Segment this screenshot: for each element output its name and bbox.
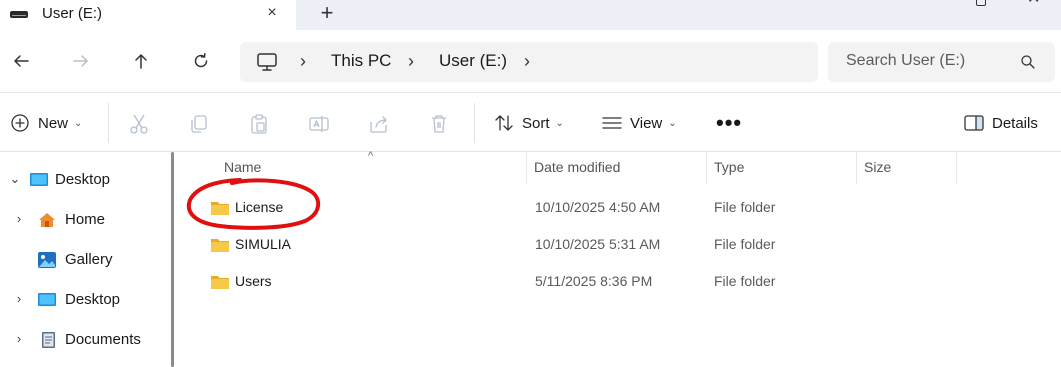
refresh-icon xyxy=(194,53,208,68)
maximize-button[interactable] xyxy=(976,0,986,6)
sort-label: Sort xyxy=(522,114,550,132)
file-date-modified: 5/11/2025 8:36 PM xyxy=(535,273,653,289)
up-button[interactable] xyxy=(126,46,156,76)
delete-icon[interactable] xyxy=(428,113,450,135)
chevron-down-icon[interactable]: ⌄ xyxy=(8,172,22,186)
arrow-up-icon xyxy=(135,54,147,69)
file-name: SIMULIA xyxy=(235,236,292,252)
view-list-icon xyxy=(602,117,622,129)
search-box[interactable]: Search User (E:) xyxy=(828,42,1055,82)
file-list: ^ Name Date modified Type Size License 1… xyxy=(186,150,1061,367)
sort-icon xyxy=(495,115,513,131)
folder-icon xyxy=(211,239,229,252)
chevron-down-icon: ⌄ xyxy=(74,118,83,129)
details-button[interactable]: Details xyxy=(964,93,1038,153)
sidebar-item-label: Documents xyxy=(65,331,141,348)
command-bar: New ⌄ Sort ⌄ View ⌄ ••• Details xyxy=(0,92,1061,152)
search-icon xyxy=(1021,55,1035,69)
file-type: File folder xyxy=(714,273,776,289)
breadcrumb-this-pc[interactable]: This PC xyxy=(331,51,391,71)
new-button[interactable]: New ⌄ xyxy=(10,93,82,153)
chevron-down-icon: ⌄ xyxy=(668,118,677,129)
view-button[interactable]: View ⌄ xyxy=(602,93,677,153)
chevron-right-icon[interactable]: › xyxy=(12,212,26,226)
tab-user-e[interactable]: User (E:) × xyxy=(0,0,296,30)
navigation-scrollbar[interactable] xyxy=(171,152,174,367)
chevron-right-icon[interactable]: › xyxy=(12,332,26,346)
tab-strip: User (E:) × + ✕ xyxy=(0,0,1061,30)
close-tab-button[interactable]: × xyxy=(262,3,282,23)
cut-icon[interactable] xyxy=(128,113,150,135)
breadcrumb-separator[interactable]: › xyxy=(524,51,530,72)
address-bar[interactable]: › This PC › User (E:) › xyxy=(240,42,818,82)
folder-icon xyxy=(211,276,229,289)
arrow-left-icon xyxy=(14,55,29,67)
back-button[interactable] xyxy=(6,46,36,76)
copy-icon[interactable] xyxy=(188,113,210,135)
breadcrumb-user-e[interactable]: User (E:) xyxy=(439,51,507,71)
sort-button[interactable]: Sort ⌄ xyxy=(494,93,564,153)
view-label: View xyxy=(630,114,663,132)
paste-icon[interactable] xyxy=(248,113,270,135)
sidebar-item-desktop-2[interactable]: › Desktop xyxy=(0,282,165,318)
details-pane-icon xyxy=(964,115,984,131)
sidebar-item-gallery[interactable]: Gallery xyxy=(0,242,165,278)
sidebar-item-label: Desktop xyxy=(55,171,111,188)
folder-icon xyxy=(211,202,229,215)
file-date-modified: 10/10/2025 4:50 AM xyxy=(535,199,661,215)
sidebar-item-label: Gallery xyxy=(65,251,113,268)
column-divider[interactable] xyxy=(706,152,707,184)
close-window-button[interactable]: ✕ xyxy=(1027,0,1041,7)
column-header-size[interactable]: Size xyxy=(864,159,891,175)
plus-circle-icon xyxy=(11,114,29,132)
column-header-type[interactable]: Type xyxy=(714,159,744,175)
more-options-button[interactable]: ••• xyxy=(716,93,742,153)
column-divider[interactable] xyxy=(856,152,857,184)
column-divider[interactable] xyxy=(526,152,527,184)
table-row-users[interactable]: Users 5/11/2025 8:36 PM File folder xyxy=(186,265,1061,299)
file-type: File folder xyxy=(714,199,776,215)
computer-icon xyxy=(257,53,277,71)
column-divider[interactable] xyxy=(956,152,957,184)
breadcrumb-separator[interactable]: › xyxy=(408,51,414,72)
search-input[interactable]: Search User (E:) xyxy=(846,52,965,70)
refresh-button[interactable] xyxy=(186,46,216,76)
documents-icon xyxy=(42,332,55,348)
sidebar-item-home[interactable]: › Home xyxy=(0,202,165,238)
details-label: Details xyxy=(992,114,1038,132)
divider xyxy=(474,103,475,143)
table-row-simulia[interactable]: SIMULIA 10/10/2025 5:31 AM File folder xyxy=(186,228,1061,262)
sidebar-item-documents[interactable]: › Documents xyxy=(0,322,165,358)
column-header-date-modified[interactable]: Date modified xyxy=(534,159,620,175)
tab-title: User (E:) xyxy=(42,5,102,22)
sidebar-item-label: Home xyxy=(65,211,106,228)
file-name: Users xyxy=(235,273,272,289)
rename-icon[interactable] xyxy=(308,113,330,135)
chevron-right-icon[interactable]: › xyxy=(12,292,26,306)
file-date-modified: 10/10/2025 5:31 AM xyxy=(535,236,661,252)
drive-icon xyxy=(10,11,28,18)
sidebar-item-desktop[interactable]: ⌄ Desktop xyxy=(0,162,165,198)
sidebar-item-label: Desktop xyxy=(65,291,121,308)
file-type: File folder xyxy=(714,236,776,252)
gallery-icon xyxy=(38,252,56,268)
arrow-right-icon xyxy=(73,55,88,67)
chevron-down-icon: ⌄ xyxy=(555,118,564,129)
desktop-icon xyxy=(38,293,56,306)
breadcrumb-separator[interactable]: › xyxy=(300,51,306,72)
navigation-pane: ⌄ Desktop › Home Gallery › Desktop › Doc… xyxy=(0,152,184,367)
divider xyxy=(108,103,109,143)
desktop-icon xyxy=(30,173,48,186)
home-icon xyxy=(39,213,55,227)
share-icon[interactable] xyxy=(368,113,390,135)
file-name: License xyxy=(235,199,284,215)
new-label: New xyxy=(38,114,69,132)
table-row-license[interactable]: License 10/10/2025 4:50 AM File folder xyxy=(186,191,1061,225)
navigation-bar: › This PC › User (E:) › Search User (E:) xyxy=(0,30,1061,92)
sort-ascending-icon: ^ xyxy=(368,150,374,162)
new-tab-button[interactable]: + xyxy=(316,2,338,24)
column-header-name[interactable]: Name xyxy=(224,159,261,175)
forward-button[interactable] xyxy=(66,46,96,76)
